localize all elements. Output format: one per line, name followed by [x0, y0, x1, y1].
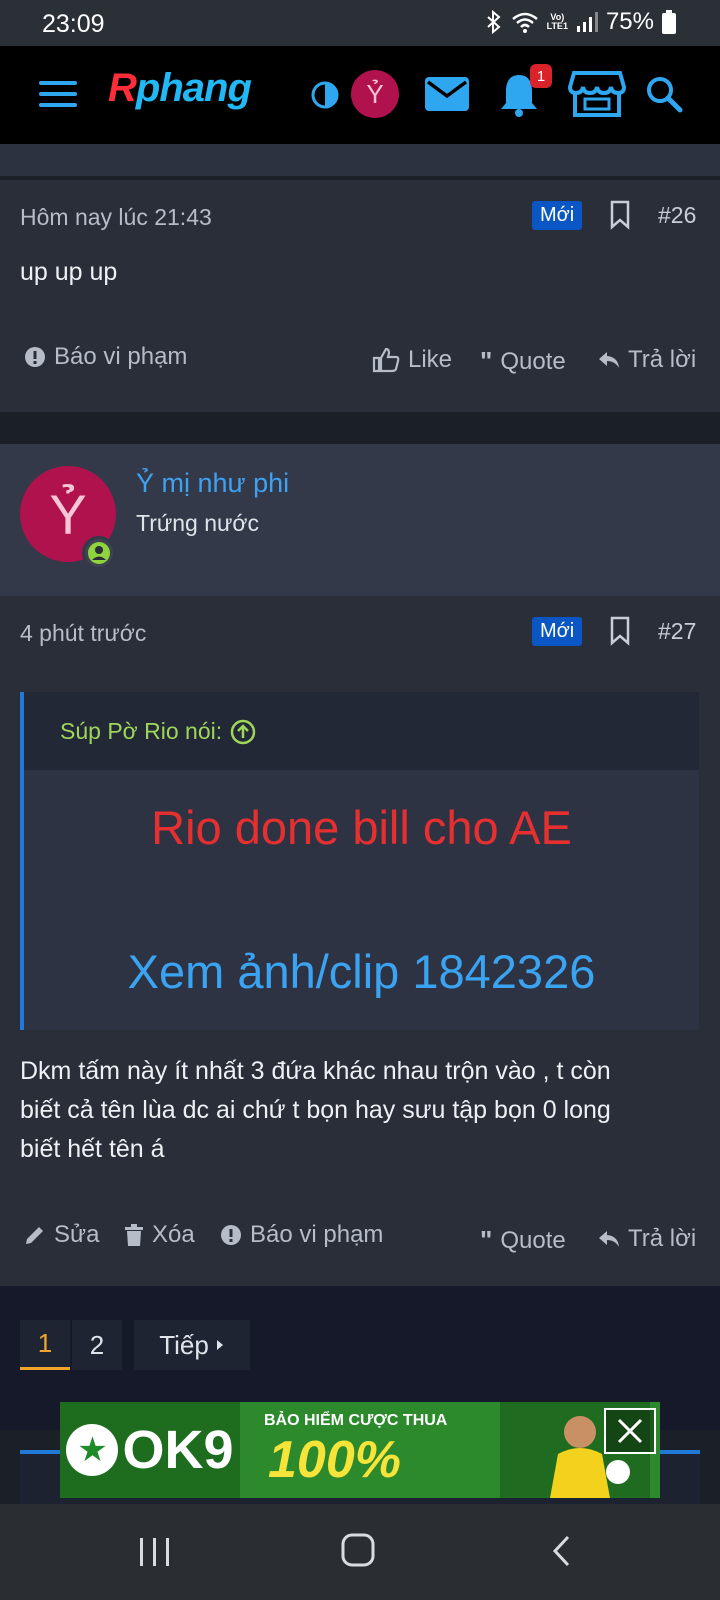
report-label: Báo vi phạm: [250, 1221, 384, 1248]
edit-button[interactable]: Sửa: [24, 1221, 99, 1249]
search-icon[interactable]: [644, 74, 684, 114]
post-26: Hôm nay lúc 21:43 Mới #26 up up up Báo v…: [0, 180, 720, 412]
delete-button[interactable]: Xóa: [124, 1221, 195, 1249]
edit-label: Sửa: [54, 1221, 100, 1248]
quote-icon: ": [480, 1225, 493, 1255]
post-number[interactable]: #27: [658, 618, 696, 645]
post-content: Dkm tấm này ít nhất 3 đứa khác nhau trộn…: [20, 1052, 611, 1169]
post-time[interactable]: 4 phút trước: [20, 620, 146, 647]
status-time: 23:09: [42, 10, 105, 38]
battery-icon: [662, 10, 676, 34]
system-navigation-bar: [0, 1504, 720, 1600]
like-button[interactable]: Like: [372, 346, 452, 374]
report-button[interactable]: Báo vi phạm: [24, 343, 187, 371]
trash-icon: [125, 1224, 143, 1246]
quote-button[interactable]: " Quote: [480, 1225, 566, 1256]
next-page-button[interactable]: Tiếp: [134, 1320, 250, 1370]
user-title: Trứng nước: [136, 510, 259, 536]
online-status-icon: [82, 536, 116, 570]
reply-icon: [599, 1231, 619, 1247]
next-page-label: Tiếp: [159, 1329, 209, 1360]
quote-header: Súp Pờ Rio nói:: [24, 692, 699, 770]
delete-label: Xóa: [152, 1221, 195, 1248]
page-1-button[interactable]: 1: [20, 1320, 70, 1370]
ad-logo: ★ OK9: [60, 1402, 240, 1498]
post-content-line: biết hết tên á: [20, 1135, 165, 1163]
quote-block: Súp Pờ Rio nói: Rio done bill cho AE Xem…: [20, 692, 699, 1030]
report-label: Báo vi phạm: [54, 343, 188, 370]
quote-icon: ": [480, 346, 493, 376]
reply-button[interactable]: Trả lời: [598, 346, 696, 374]
post-content: up up up: [20, 258, 118, 286]
reply-icon: [599, 352, 619, 368]
post-content-line: Dkm tấm này ít nhất 3 đứa khác nhau trộn…: [20, 1057, 611, 1085]
quote-label: Quote: [500, 347, 566, 375]
signal-icon: [576, 11, 598, 33]
advertisement-banner[interactable]: ★ OK9 BẢO HIỂM CƯỢC THUA 100%: [60, 1402, 660, 1498]
report-icon: [221, 1225, 241, 1245]
ad-headline: BẢO HIỂM CƯỢC THUA: [264, 1412, 448, 1429]
quote-label: Quote: [500, 1226, 566, 1254]
report-icon: [25, 347, 45, 367]
page-2-button[interactable]: 2: [72, 1320, 122, 1370]
chevron-right-icon: [216, 1340, 223, 1350]
thumbs-up-icon: [372, 347, 400, 373]
status-icons: Vo) LTE1 75%: [485, 8, 676, 36]
notification-bell-icon[interactable]: 1: [498, 64, 552, 118]
post-number[interactable]: #26: [658, 202, 696, 229]
close-icon: [617, 1418, 643, 1444]
lte-indicator: Vo) LTE1: [547, 13, 568, 31]
site-header: Rphang Ỷ 1: [0, 46, 720, 144]
username-link[interactable]: Ỷ mị như phi: [136, 468, 289, 499]
ad-brand: OK9: [122, 1420, 234, 1480]
user-avatar-button[interactable]: Ỷ: [351, 70, 399, 118]
previous-user-card-strip: [0, 144, 720, 176]
pencil-icon: [26, 1227, 43, 1244]
new-badge: Mới: [532, 617, 583, 646]
close-ad-button[interactable]: [604, 1408, 656, 1454]
ad-percent: 100%: [268, 1431, 401, 1489]
bookmark-icon[interactable]: [608, 200, 632, 235]
avatar: Ỷ: [351, 70, 399, 118]
quote-button[interactable]: " Quote: [480, 346, 566, 377]
like-label: Like: [408, 346, 453, 373]
quote-author-label: Súp Pờ Rio nói:: [60, 718, 223, 744]
store-icon[interactable]: [568, 68, 626, 120]
home-icon[interactable]: [340, 1532, 376, 1573]
arrow-up-circle-icon: [230, 719, 256, 744]
reply-button[interactable]: Trả lời: [598, 1225, 696, 1253]
notification-badge: 1: [530, 64, 552, 88]
reply-label: Trả lời: [628, 346, 697, 373]
battery-percent: 75%: [605, 8, 654, 35]
status-bar: 23:09 Vo) LTE1 75%: [0, 0, 720, 46]
back-icon[interactable]: [550, 1534, 572, 1573]
wifi-icon: [511, 11, 539, 33]
logo-text: phang: [135, 66, 252, 110]
menu-icon[interactable]: [38, 76, 80, 112]
reply-label: Trả lời: [628, 1225, 697, 1252]
bookmark-icon[interactable]: [608, 616, 632, 651]
quote-author-link[interactable]: Súp Pờ Rio nói:: [60, 718, 256, 745]
site-logo[interactable]: Rphang: [108, 66, 252, 111]
recent-apps-icon[interactable]: [138, 1534, 172, 1573]
bluetooth-icon: [485, 10, 503, 34]
post-content-line: biết cả tên lùa dc ai chứ t bọn hay sưu …: [20, 1096, 611, 1124]
mail-icon[interactable]: [424, 74, 470, 114]
report-button[interactable]: Báo vi phạm: [220, 1221, 383, 1249]
quote-text-line1: Rio done bill cho AE: [151, 801, 572, 854]
post-time[interactable]: Hôm nay lúc 21:43: [20, 204, 212, 231]
quote-text-line2: Xem ảnh/clip 1842326: [127, 945, 596, 998]
lte-bottom-label: LTE1: [546, 21, 568, 31]
theme-toggle-icon[interactable]: [308, 78, 342, 112]
logo-letter: R: [108, 66, 137, 110]
new-badge: Mới: [532, 201, 583, 230]
star-icon: ★: [66, 1424, 119, 1476]
